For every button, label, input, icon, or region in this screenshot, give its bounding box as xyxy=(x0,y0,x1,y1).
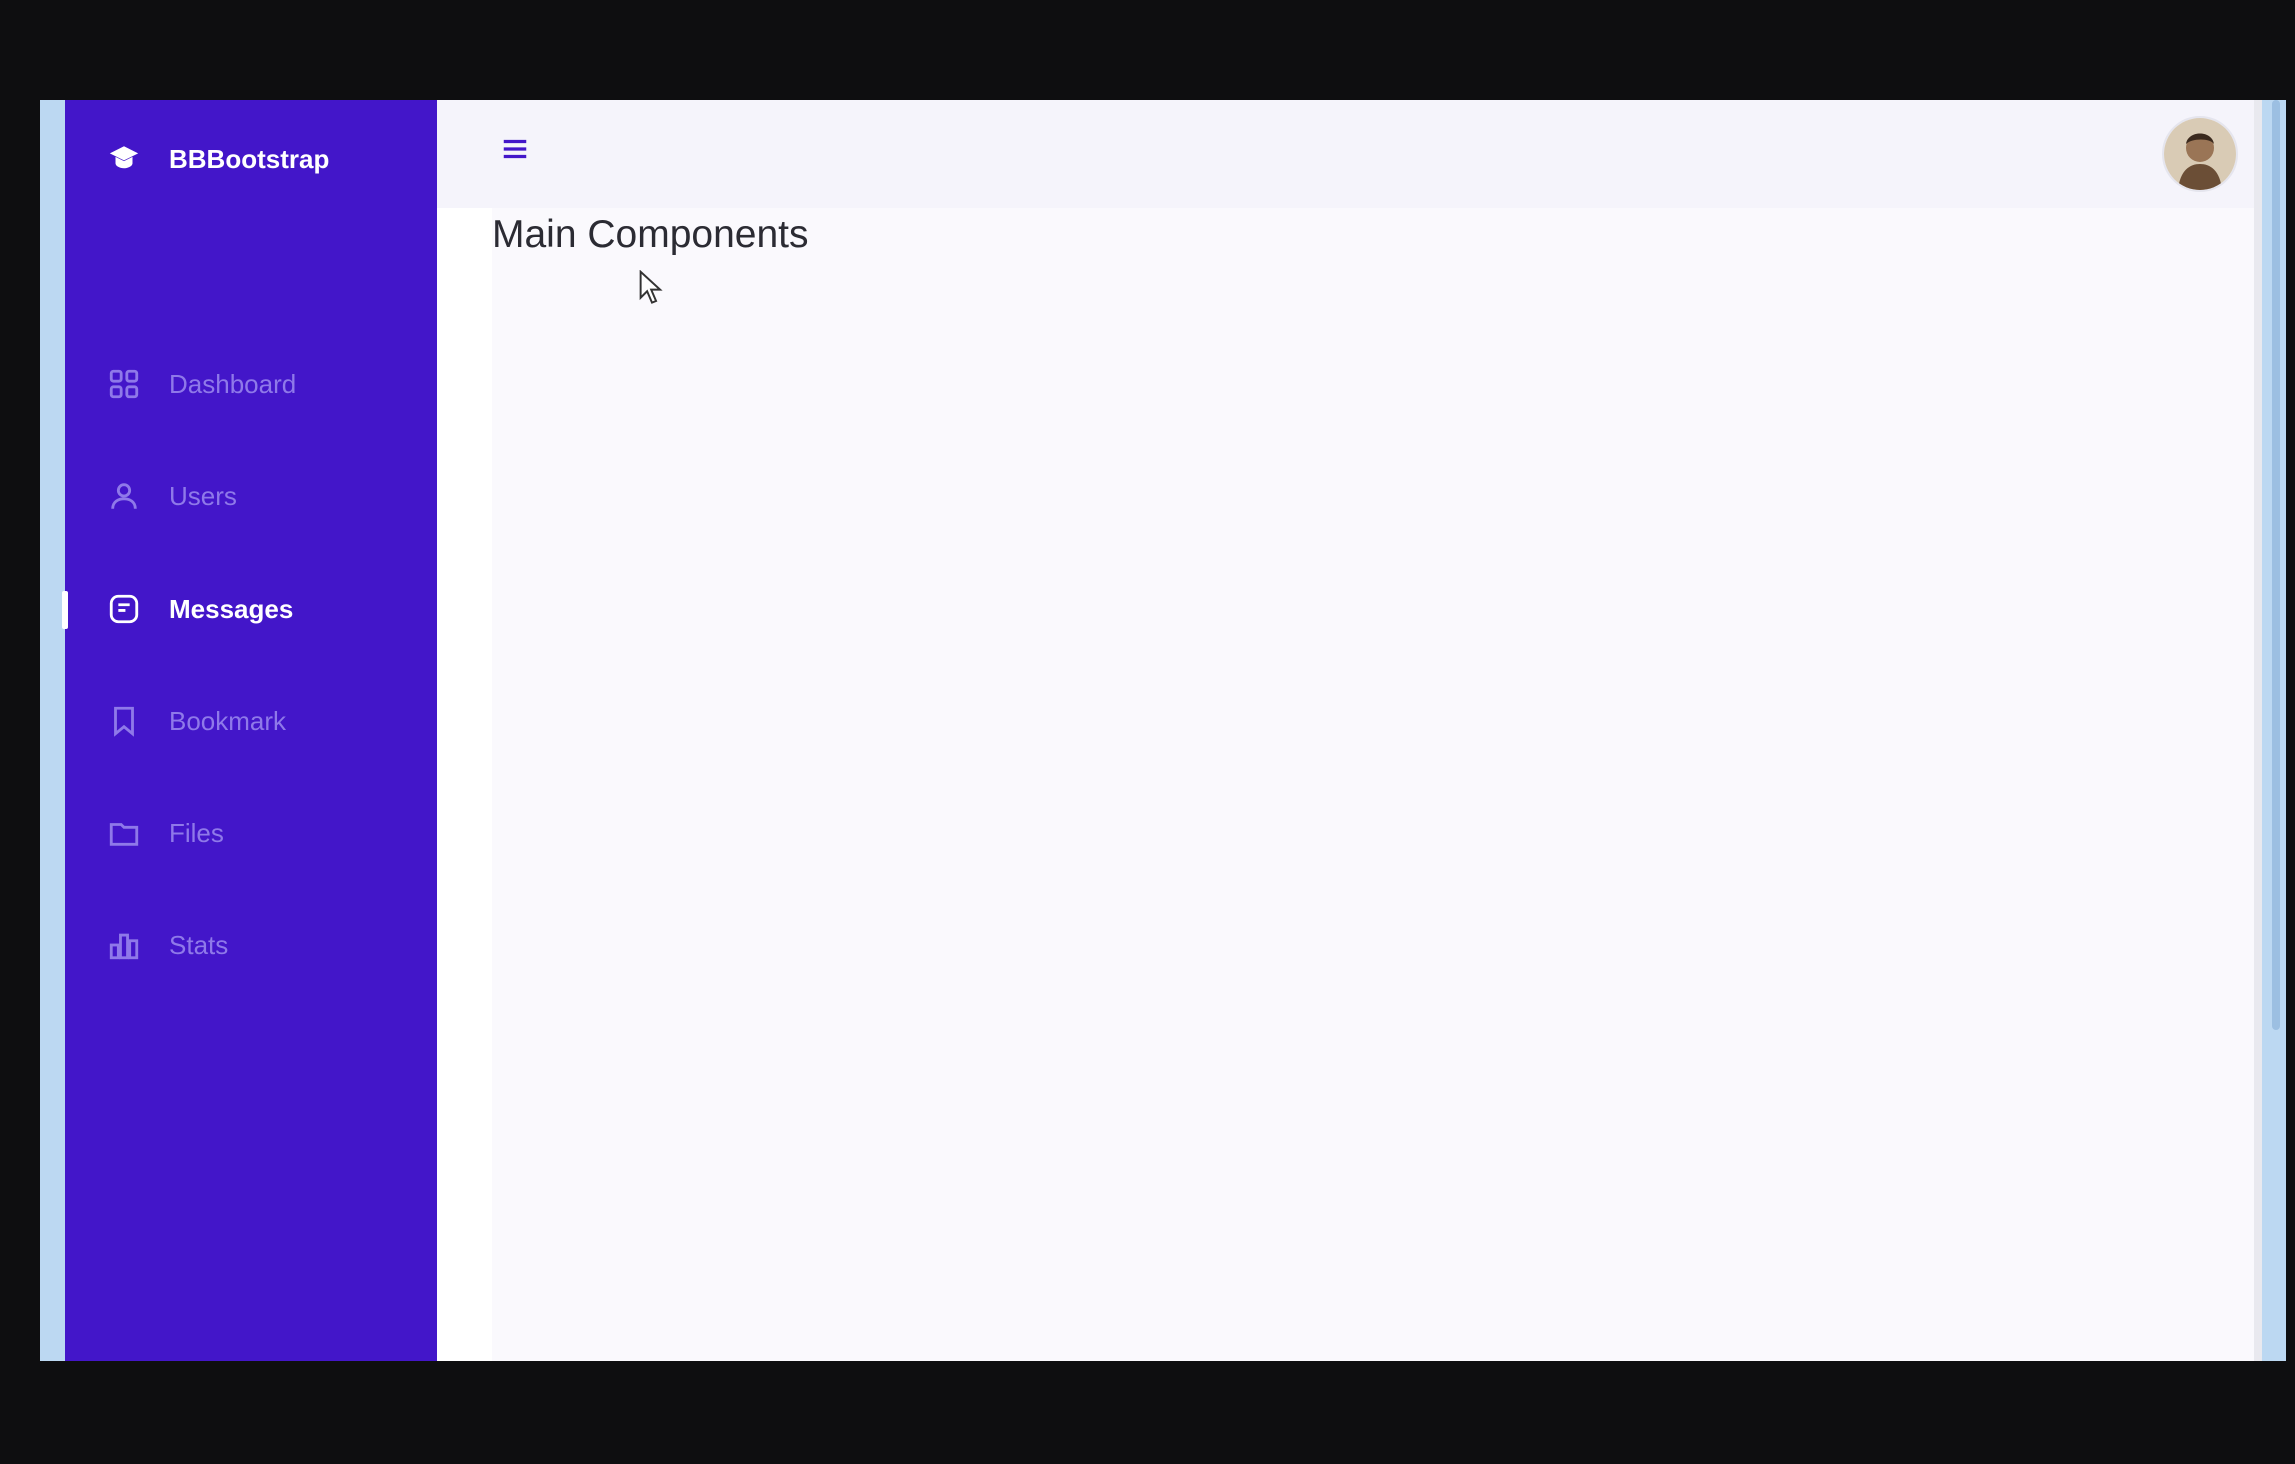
grid-icon xyxy=(109,369,139,399)
hamburger-icon[interactable] xyxy=(499,134,531,164)
graduation-cap-icon xyxy=(109,146,139,169)
sidebar-item-label: Dashboard xyxy=(169,369,297,399)
avatar[interactable] xyxy=(2162,116,2238,192)
main-area: Main Components xyxy=(437,100,2254,1361)
app-window: BBBootstrap Dashboard Users Messages Boo… xyxy=(40,100,2286,1361)
brand[interactable]: BBBootstrap xyxy=(65,100,437,220)
sidebar-item-files[interactable]: Files xyxy=(65,797,437,869)
sidebar: BBBootstrap Dashboard Users Messages Boo… xyxy=(62,100,437,1361)
sidebar-item-stats[interactable]: Stats xyxy=(65,909,437,981)
window-edge xyxy=(40,100,65,1361)
sidebar-item-label: Files xyxy=(169,818,224,848)
user-icon xyxy=(111,483,137,509)
scrollbar-thumb[interactable] xyxy=(2272,100,2280,1030)
sidebar-item-label: Messages xyxy=(169,594,294,624)
brand-name: BBBootstrap xyxy=(169,144,330,174)
bookmark-icon xyxy=(114,706,134,737)
sidebar-item-label: Bookmark xyxy=(169,706,287,736)
sidebar-item-messages[interactable]: Messages xyxy=(62,573,437,645)
content-panel xyxy=(492,208,2254,1361)
sidebar-item-label: Users xyxy=(169,481,237,511)
folder-icon xyxy=(109,823,139,846)
user-avatar-image xyxy=(2164,118,2236,190)
mouse-cursor-icon xyxy=(639,270,663,304)
sidebar-item-dashboard[interactable]: Dashboard xyxy=(65,348,437,420)
page-title: Main Components xyxy=(492,213,809,256)
top-bar xyxy=(437,100,2254,208)
message-icon xyxy=(109,594,139,624)
content-edge xyxy=(2254,100,2262,1361)
scrollbar[interactable] xyxy=(2262,100,2286,1361)
sidebar-item-users[interactable]: Users xyxy=(65,460,437,532)
bar-chart-icon xyxy=(109,933,139,960)
sidebar-item-label: Stats xyxy=(169,930,229,960)
sidebar-item-bookmark[interactable]: Bookmark xyxy=(65,685,437,757)
